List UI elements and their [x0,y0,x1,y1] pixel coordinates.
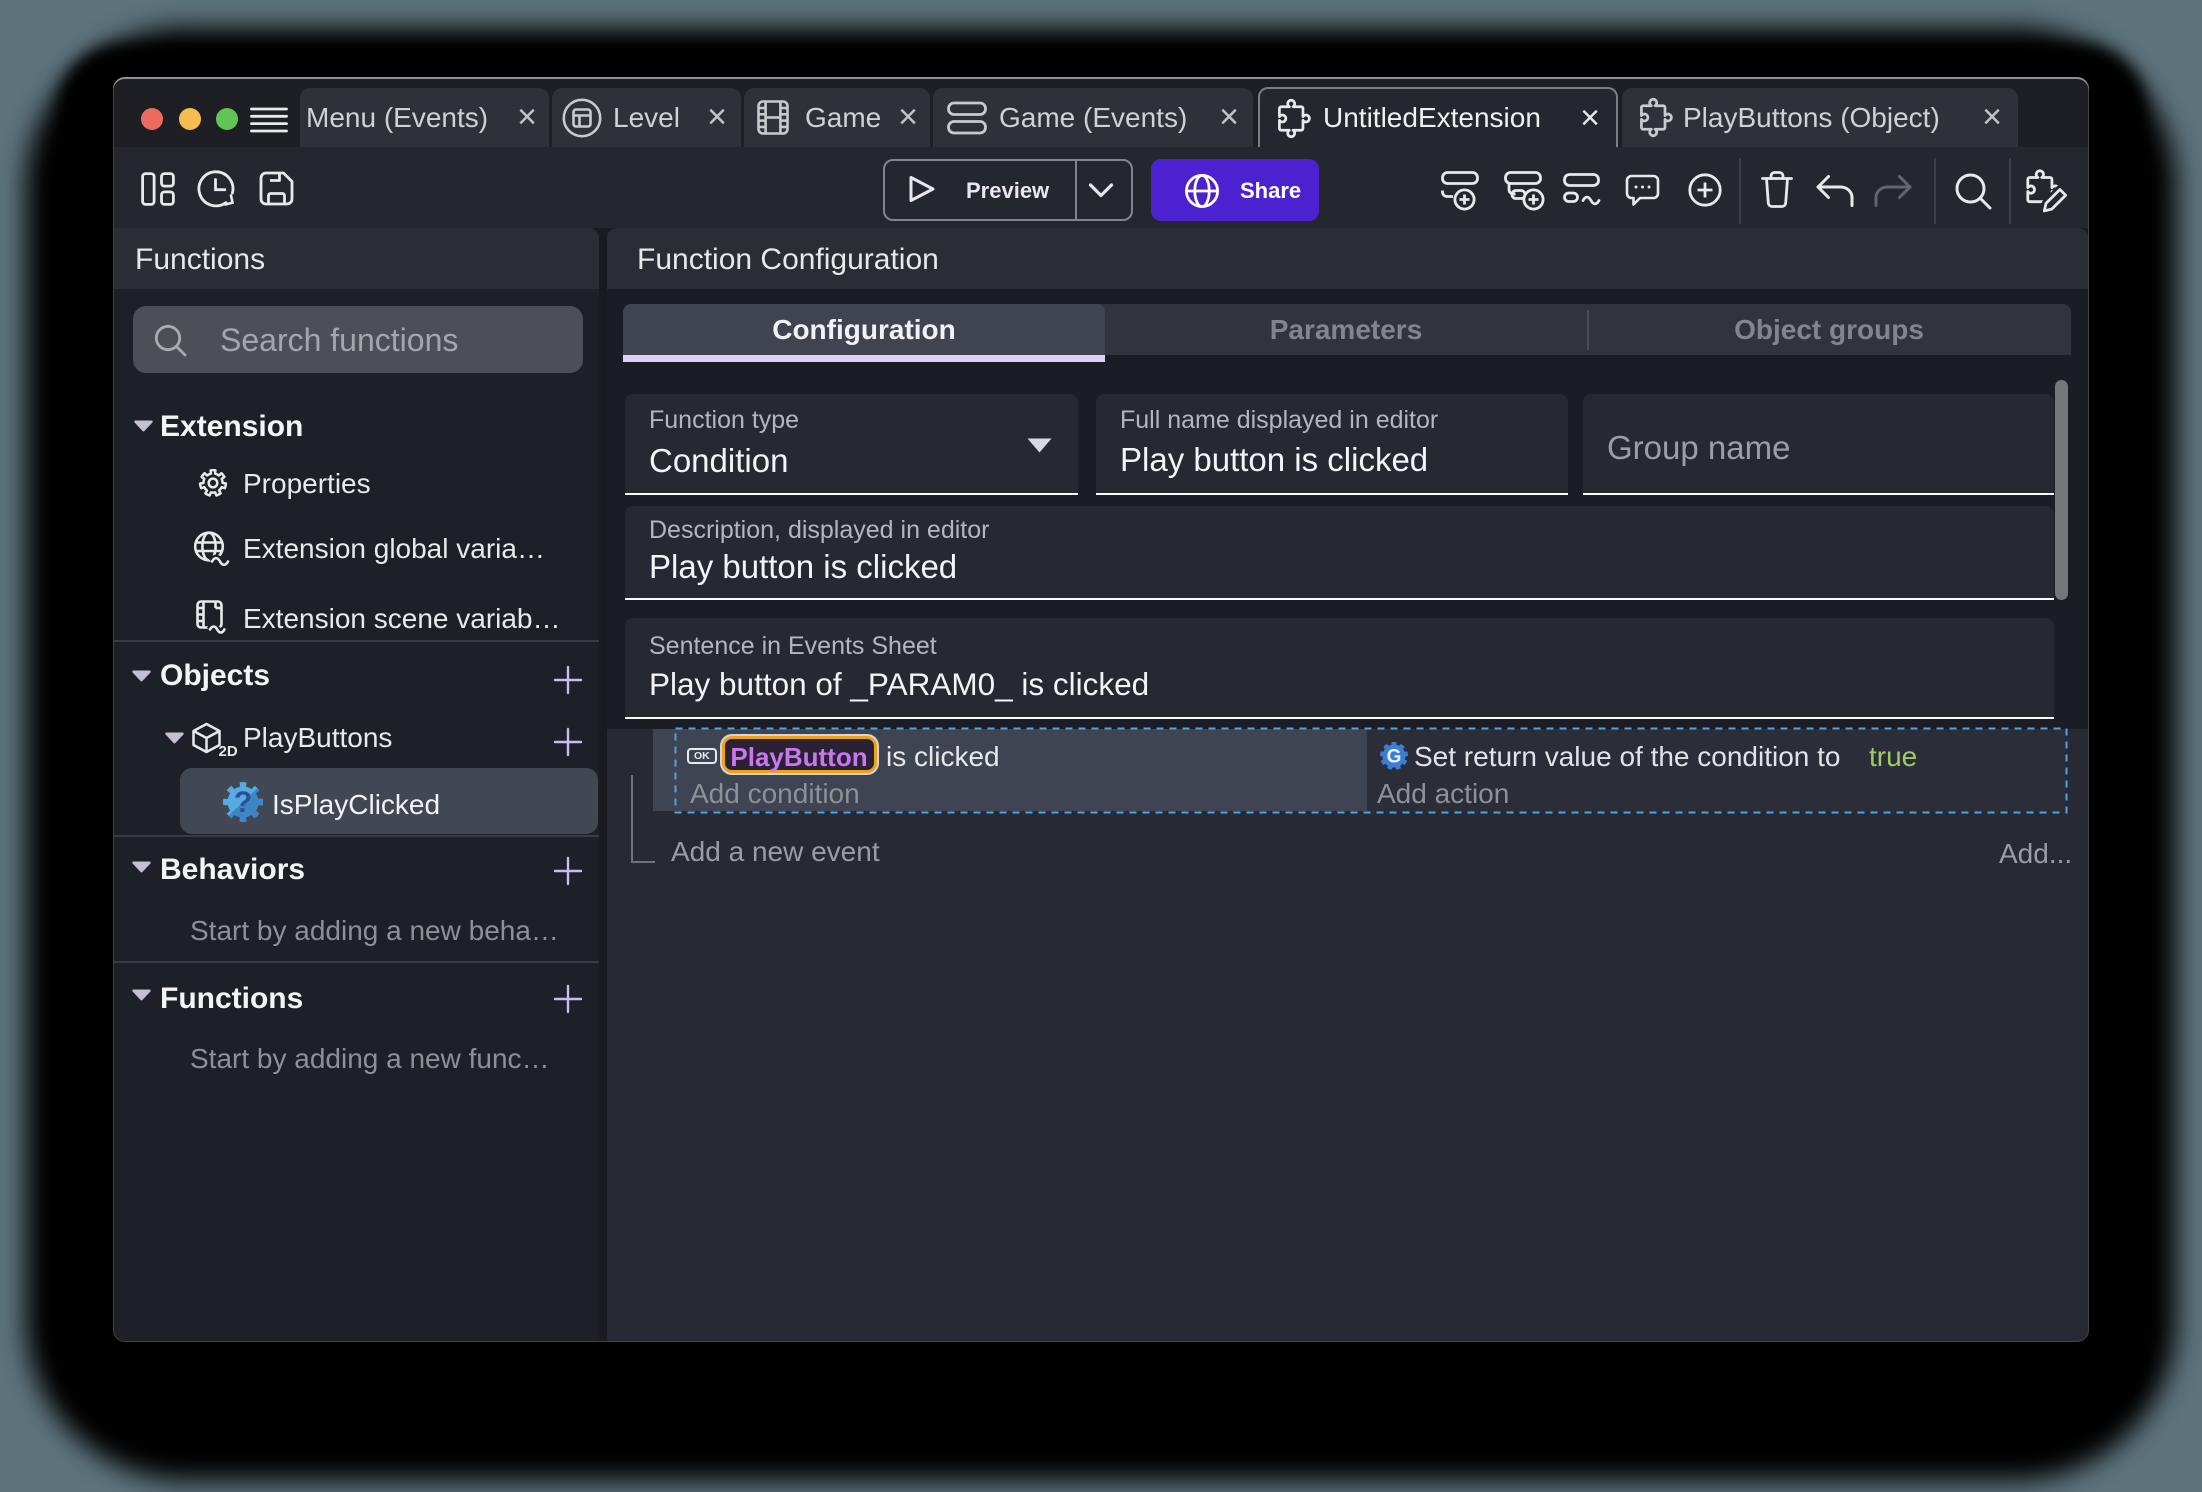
svg-text:?: ? [234,786,252,819]
svg-text:G: G [1387,747,1402,768]
svg-text:2D: 2D [219,743,238,758]
